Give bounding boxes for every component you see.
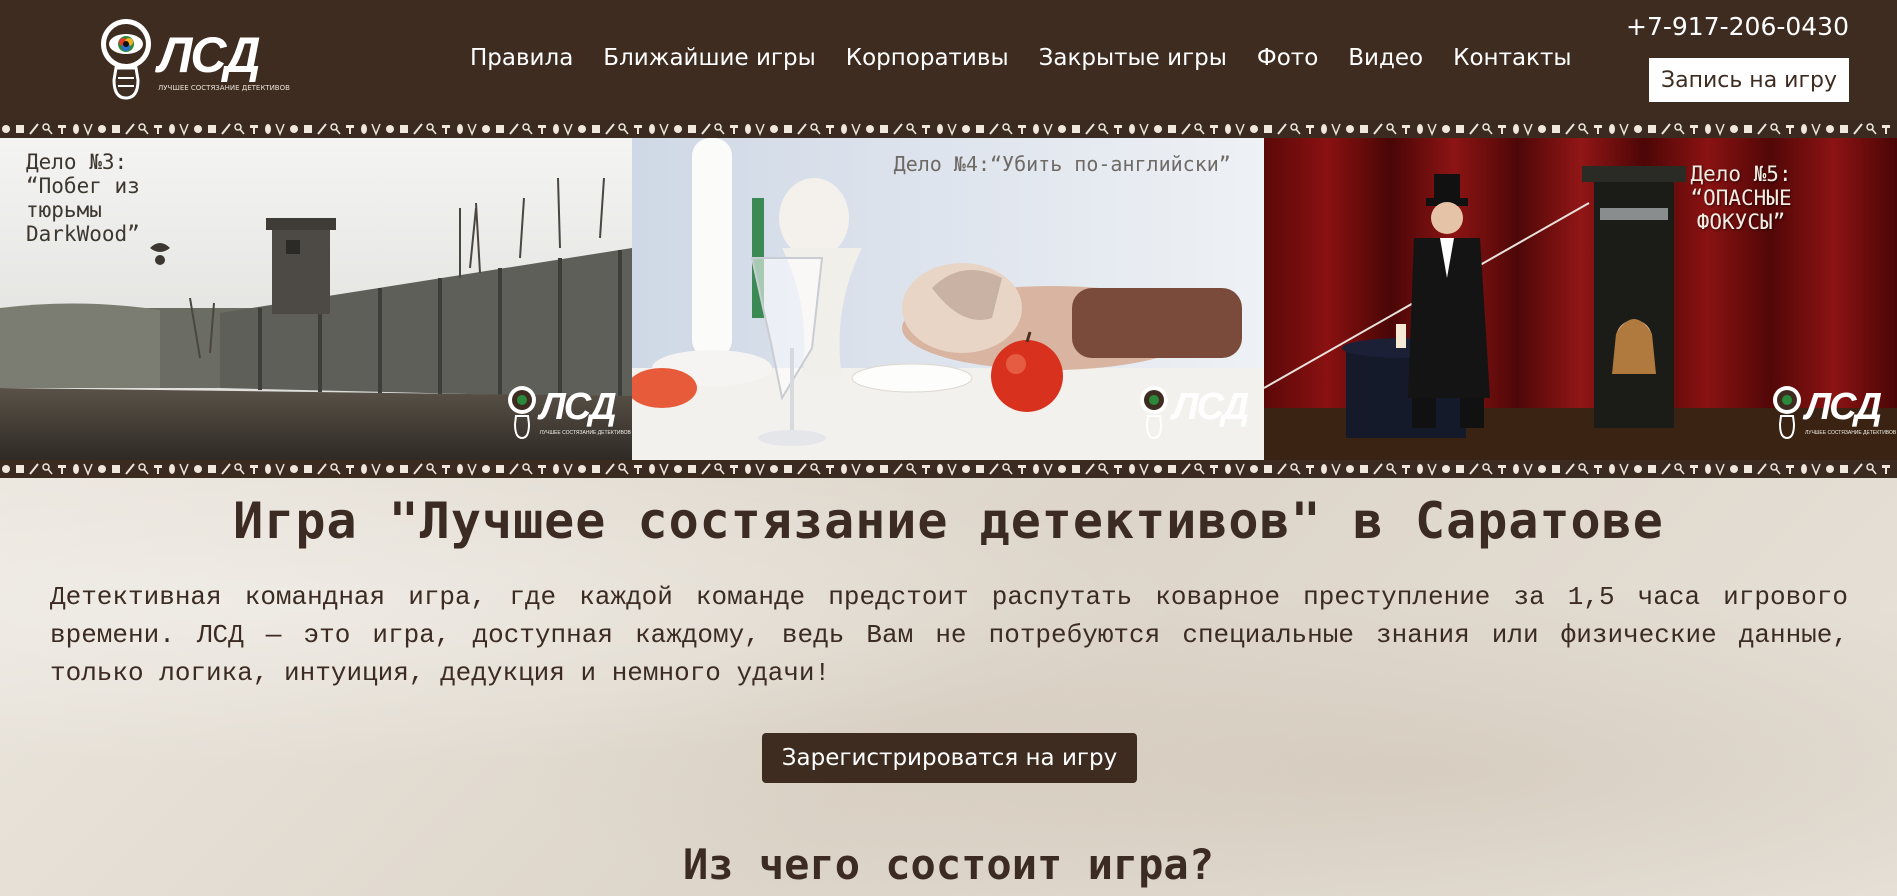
magnifier-eye-icon [101,19,151,100]
nav-link-contacts[interactable]: Контакты [1453,40,1571,76]
signup-button[interactable]: Запись на игру [1649,58,1849,102]
nav-link-rules[interactable]: Правила [470,40,573,76]
case-5-title: Дело №5: “ОПАСНЫЕ ФОКУСЫ” [1690,162,1792,234]
nav-link-video[interactable]: Видео [1348,40,1423,76]
phone-number[interactable]: +7-917-206-0430 [1626,12,1849,41]
nav-link-corporate[interactable]: Корпоративы [846,40,1009,76]
watermark-wordmark: ЛСД [1172,386,1249,428]
decorative-icon-strip [0,460,1897,478]
watermark-tagline: ЛУЧШЕЕ СОСТЯЗАНИЕ ДЕТЕКТИВОВ [539,430,631,436]
section-heading: Из чего состоит игра? [682,840,1214,889]
watermark-wordmark: ЛСД [539,386,617,428]
case-5-panel[interactable]: Дело №5: “ОПАСНЫЕ ФОКУСЫ” ЛСД ЛУЧШЕЕ СОС… [1264,138,1897,460]
case-4-title: Дело №4:“Убить по-английски” [893,152,1231,176]
banner-watermark-logo: ЛСД ЛУЧШЕЕ СОСТЯЗАНИЕ ДЕТЕКТИВОВ [1771,384,1896,446]
nav-link-private-games[interactable]: Закрытые игры [1039,40,1227,76]
nav-link-photo[interactable]: Фото [1257,40,1318,76]
watermark-tagline: ЛУЧШЕЕ СОСТЯЗАНИЕ ДЕТЕКТИВОВ [1172,430,1264,436]
case-3-title: Дело №3: “Побег из тюрьмы DarkWood” [26,150,140,246]
case-3-panel[interactable]: Дело №3: “Побег из тюрьмы DarkWood” ЛСД … [0,138,632,460]
magnifier-eye-icon [1140,386,1169,440]
hero-banner: Дело №3: “Побег из тюрьмы DarkWood” ЛСД … [0,138,1897,460]
logo-tagline: ЛУЧШЕЕ СОСТЯЗАНИЕ ДЕТЕКТИВОВ [158,84,290,92]
banner-watermark-logo: ЛСД ЛУЧШЕЕ СОСТЯЗАНИЕ ДЕТЕКТИВОВ [1138,384,1264,446]
site-logo[interactable]: ЛСД ЛУЧШЕЕ СОСТЯЗАНИЕ ДЕТЕКТИВОВ [98,16,290,106]
watermark-wordmark: ЛСД [1805,386,1882,428]
watermark-tagline: ЛУЧШЕЕ СОСТЯЗАНИЕ ДЕТЕКТИВОВ [1805,430,1897,436]
decorative-icon-strip [0,120,1897,138]
register-button[interactable]: Зарегистрироватся на игру [762,733,1137,783]
page-title: Игра "Лучшее состязание детективов" в Са… [233,492,1664,550]
site-header: ЛСД ЛУЧШЕЕ СОСТЯЗАНИЕ ДЕТЕКТИВОВ Правила… [0,0,1897,120]
magnifier-eye-icon [507,386,536,440]
magnifier-eye-icon [1773,386,1802,440]
nav-link-upcoming-games[interactable]: Ближайшие игры [603,40,815,76]
main-nav: Правила Ближайшие игры Корпоративы Закры… [470,40,1602,76]
banner-watermark-logo: ЛСД ЛУЧШЕЕ СОСТЯЗАНИЕ ДЕТЕКТИВОВ [506,384,631,446]
intro-section: Игра "Лучшее состязание детективов" в Са… [0,478,1897,896]
logo-wordmark: ЛСД [158,27,261,83]
case-4-panel[interactable]: Дело №4:“Убить по-английски” ЛСД ЛУЧШЕЕ … [631,138,1265,460]
game-description: Детективная командная игра, где каждой к… [50,582,1848,688]
